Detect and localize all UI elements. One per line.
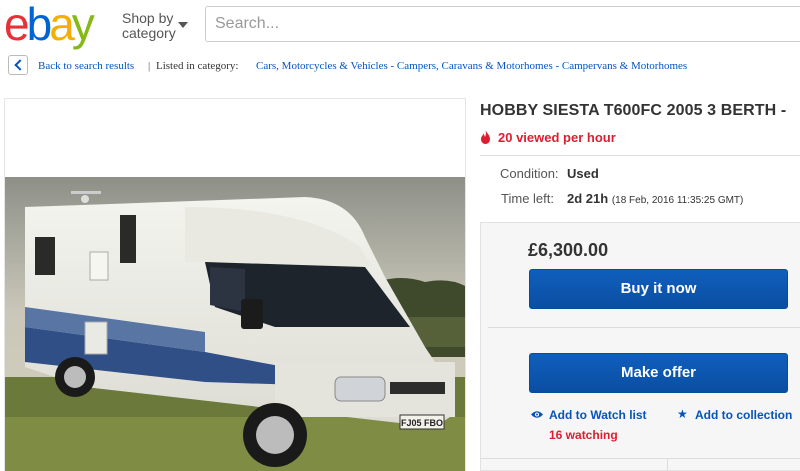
fire-icon	[481, 130, 490, 144]
category-label: category	[122, 25, 176, 41]
breadcrumb-separator: |	[148, 60, 151, 72]
time-left-remaining: 2d 21h	[567, 191, 609, 206]
star-icon: ★	[677, 407, 688, 421]
shop-by-label: Shop by	[122, 10, 174, 26]
logo-letter-e: e	[4, 0, 30, 50]
breadcrumb: Back to search results | Listed in categ…	[0, 53, 800, 79]
listing-title: HOBBY SIESTA T600FC 2005 3 BERTH -	[480, 102, 787, 119]
divider	[667, 459, 668, 471]
listed-in-category-label: Listed in category:	[156, 60, 239, 72]
logo-letter-a: a	[49, 0, 75, 50]
search-field[interactable]	[205, 6, 800, 42]
back-to-search-link[interactable]: Back to search results	[38, 60, 134, 72]
divider	[488, 327, 800, 328]
ebay-logo[interactable]: e b a y	[4, 0, 95, 50]
listing-photo[interactable]: FJ05 FBO	[5, 177, 466, 471]
logo-letter-y: y	[71, 0, 95, 50]
condition-value: Used	[567, 166, 599, 181]
viewed-text: 20 viewed per hour	[498, 130, 616, 145]
time-left-label: Time left:	[501, 191, 554, 206]
time-left-detail: (18 Feb, 2016 11:35:25 GMT)	[611, 195, 744, 206]
category-path-link[interactable]: Cars, Motorcycles & Vehicles - Campers, …	[256, 60, 687, 72]
condition-label: Condition:	[500, 166, 559, 181]
bottom-panel-edge	[480, 458, 800, 471]
image-gallery: FJ05 FBO	[4, 98, 466, 471]
watch-list-label: Add to Watch list	[549, 408, 647, 422]
buy-it-now-button[interactable]: Buy it now	[529, 269, 788, 309]
license-plate: FJ05 FBO	[401, 418, 443, 428]
time-left-value: 2d 21h (18 Feb, 2016 11:35:25 GMT)	[567, 191, 743, 206]
chevron-left-icon[interactable]	[8, 55, 28, 75]
search-input[interactable]	[206, 7, 800, 41]
make-offer-button[interactable]: Make offer	[529, 353, 788, 393]
divider	[480, 155, 800, 156]
watching-count: 16 watching	[549, 428, 618, 442]
caret-down-icon	[178, 22, 188, 28]
logo-letter-b: b	[26, 0, 53, 50]
price: £6,300.00	[528, 240, 609, 260]
shop-by-category-button[interactable]: Shop by category	[122, 10, 188, 41]
site-header: e b a y Shop by category	[0, 0, 800, 50]
eye-icon	[531, 411, 543, 418]
collection-label: Add to collection	[695, 408, 793, 422]
